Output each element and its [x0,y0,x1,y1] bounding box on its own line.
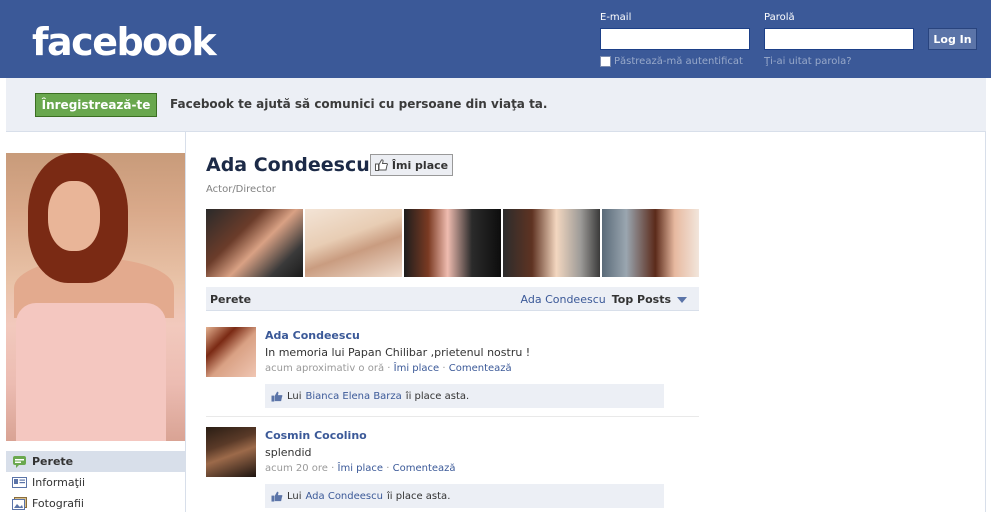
likes-suffix: îi place asta. [405,390,470,402]
login-button[interactable]: Log In [928,28,977,50]
email-field[interactable] [600,28,750,50]
left-nav: Perete Informaţii Fotografii [6,451,185,514]
likes-name-link[interactable]: Ada Condeescu [306,491,383,502]
right-border [985,132,986,512]
register-bar: Înregistrează-te Facebook te ajută să co… [6,78,986,132]
wall-icon [13,456,26,468]
like-link[interactable]: Îmi place [394,363,440,374]
avatar[interactable] [206,327,256,377]
comment-link[interactable]: Comentează [393,463,456,474]
photo-thumbnail[interactable] [305,209,402,277]
forgot-password-link[interactable]: Ţi-ai uitat parola? [764,56,852,67]
likes-name-link[interactable]: Bianca Elena Barza [306,391,402,402]
remember-me[interactable]: Păstrează-mă autentificat [600,56,743,67]
nav-item-info[interactable]: Informaţii [6,472,185,493]
comment-link[interactable]: Comentează [449,363,512,374]
likes-prefix: Lui [287,390,302,402]
register-tagline: Facebook te ajută să comunici cu persoan… [170,97,548,111]
photo-thumbnail[interactable] [602,209,699,277]
nav-label-wall: Perete [32,455,74,468]
nav-label-photos: Fotografii [32,497,84,510]
remember-label: Păstrează-mă autentificat [614,56,743,67]
post-meta: acum aproximativ o oră · Îmi place · Com… [265,363,512,374]
like-page-button[interactable]: Îmi place [370,154,453,176]
profile-picture[interactable] [6,153,185,441]
info-icon [12,477,27,488]
nav-item-photos[interactable]: Fotografii [6,493,185,514]
post-meta: acum 20 ore · Îmi place · Comentează [265,463,456,474]
post-text: In memoria lui Papan Chilibar ,prietenul… [265,346,531,359]
like-page-label: Îmi place [391,158,449,172]
chevron-down-icon[interactable] [677,296,687,303]
thumbs-up-icon [271,491,283,502]
wall-filter: Ada Condeescu Top Posts [521,293,687,306]
pic-dress [16,303,166,441]
like-link[interactable]: Îmi place [338,463,384,474]
likes-bar: Lui Bianca Elena Barza îi place asta. [265,384,664,408]
wall-header: Perete Ada Condeescu Top Posts [206,287,699,311]
thumbs-up-icon [271,391,283,402]
photo-strip [206,209,699,277]
remember-checkbox[interactable] [600,56,611,67]
post-text: splendid [265,446,312,459]
nav-label-info: Informaţii [32,476,86,489]
filter-owner-link[interactable]: Ada Condeescu [521,293,606,306]
password-label: Parolă [764,12,795,23]
photo-thumbnail[interactable] [503,209,600,277]
facebook-logo[interactable]: facebook [32,20,217,64]
post-author[interactable]: Ada Condeescu [265,329,360,342]
register-button[interactable]: Înregistrează-te [35,93,157,117]
avatar[interactable] [206,427,256,477]
page-title: Ada Condeescu [206,154,370,176]
email-label: E-mail [600,12,632,23]
photo-thumbnail[interactable] [404,209,501,277]
nav-item-wall[interactable]: Perete [6,451,185,472]
thumbs-up-icon [374,159,388,171]
wall-title: Perete [210,293,252,306]
post-divider [206,416,699,417]
photo-thumbnail[interactable] [206,209,303,277]
page-category: Actor/Director [206,184,276,195]
password-field[interactable] [764,28,914,50]
pic-face [48,181,100,251]
top-bar: facebook E-mail Parolă Log In Păstrează-… [0,0,991,78]
post-author[interactable]: Cosmin Cocolino [265,429,367,442]
likes-prefix: Lui [287,490,302,502]
post-time[interactable]: acum aproximativ o oră [265,363,384,374]
likes-suffix: îi place asta. [386,490,451,502]
likes-bar: Lui Ada Condeescu îi place asta. [265,484,664,508]
photos-icon [12,497,27,510]
column-divider [185,132,186,512]
filter-selected[interactable]: Top Posts [612,293,671,306]
post-time[interactable]: acum 20 ore [265,463,328,474]
